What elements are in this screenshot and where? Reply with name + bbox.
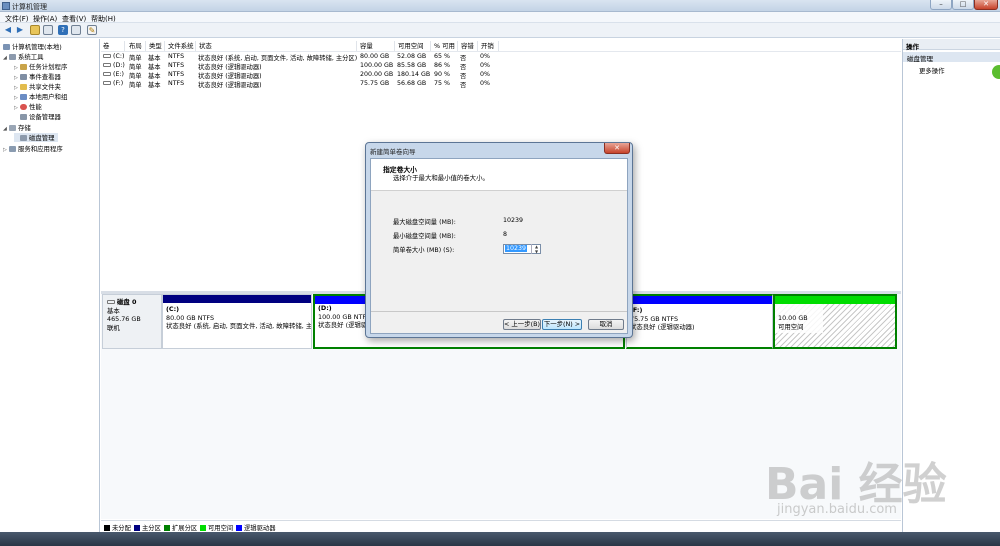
disk-icon bbox=[20, 135, 27, 141]
disk-status: 联机 bbox=[107, 323, 120, 332]
dialog-subheading: 选择介于最大和最小值的卷大小。 bbox=[393, 174, 489, 182]
max-space-value: 10239 bbox=[503, 217, 524, 224]
legend-primary: 主分区 bbox=[134, 523, 161, 532]
legend-unallocated: 未分配 bbox=[104, 523, 131, 532]
disk-size: 465.76 GB bbox=[107, 315, 141, 323]
max-space-label: 最大磁盘空间量 (MB): bbox=[393, 219, 456, 226]
partition-bar bbox=[627, 296, 772, 304]
event-viewer-icon bbox=[20, 74, 27, 80]
shared-folder-icon bbox=[20, 84, 27, 90]
status-indicator-icon bbox=[992, 65, 1000, 79]
volume-size-label: 简单卷大小 (MB) (S): bbox=[393, 247, 455, 254]
dialog-header: 指定卷大小 选择介于最大和最小值的卷大小。 bbox=[371, 159, 627, 191]
baidu-watermark: Bai 经验 jingyan.baidu.com bbox=[765, 440, 995, 530]
dialog-separator bbox=[371, 311, 627, 312]
col-percent-free[interactable]: % 可用 bbox=[432, 41, 458, 51]
tree-system-tools[interactable]: ◢ 系统工具 bbox=[3, 52, 44, 61]
min-space-value: 8 bbox=[503, 231, 508, 238]
tree-services[interactable]: ▷ 服务和应用程序 bbox=[3, 144, 63, 153]
forward-icon[interactable]: ▶ bbox=[15, 25, 25, 35]
minimize-button[interactable]: – bbox=[930, 0, 952, 10]
tree-performance[interactable]: ▷ 性能 bbox=[14, 102, 42, 111]
legend-free-space: 可用空间 bbox=[200, 523, 233, 532]
maximize-button[interactable]: □ bbox=[952, 0, 974, 10]
dialog-body: 指定卷大小 选择介于最大和最小值的卷大小。 最大磁盘空间量 (MB): 1023… bbox=[370, 158, 628, 334]
disk-info-block[interactable]: 磁盘 0 基本 465.76 GB 联机 bbox=[102, 294, 162, 349]
tree-device-manager[interactable]: 设备管理器 bbox=[20, 112, 61, 121]
disk-type: 基本 bbox=[107, 306, 120, 315]
min-space-label: 最小磁盘空间量 (MB): bbox=[393, 233, 456, 240]
device-manager-icon bbox=[20, 114, 27, 120]
col-type[interactable]: 类型 bbox=[147, 41, 165, 51]
properties-icon[interactable] bbox=[43, 25, 53, 35]
col-volume[interactable]: 卷 bbox=[101, 41, 125, 51]
performance-icon bbox=[20, 104, 27, 110]
col-overhead[interactable]: 开销 bbox=[479, 41, 499, 51]
next-button[interactable]: 下一步(N) > bbox=[542, 319, 582, 330]
toolbar: ◀ ▶ ? ✎ bbox=[0, 23, 1000, 38]
volume-size-spinner[interactable]: ▲ ▼ bbox=[531, 244, 541, 254]
title-bar: 计算机管理 – □ ✕ bbox=[0, 0, 1000, 12]
table-row[interactable]: (E:) 简单 基本 NTFS 状态良好 (逻辑驱动器) 200.00 GB 1… bbox=[101, 70, 901, 80]
partition-c[interactable]: (C:) 80.00 GB NTFS 状态良好 (系统, 启动, 页面文件, 活… bbox=[162, 294, 312, 349]
clock-icon bbox=[20, 64, 27, 70]
tree-task-scheduler[interactable]: ▷ 任务计划程序 bbox=[14, 62, 67, 71]
tree-storage[interactable]: ◢ 存储 bbox=[3, 123, 31, 132]
more-actions-link[interactable]: 更多操作 bbox=[919, 66, 945, 75]
partition-bar bbox=[775, 296, 895, 304]
actions-section-disk-management[interactable]: 磁盘管理 bbox=[903, 52, 1000, 63]
wizard-icon[interactable]: ✎ bbox=[87, 25, 97, 35]
table-row[interactable]: (F:) 简单 基本 NTFS 状态良好 (逻辑驱动器) 75.75 GB 56… bbox=[101, 79, 901, 89]
tools-icon bbox=[9, 54, 16, 60]
drive-icon bbox=[103, 81, 111, 85]
col-filesystem[interactable]: 文件系统 bbox=[166, 41, 196, 51]
users-icon bbox=[20, 94, 27, 100]
computer-icon bbox=[3, 44, 10, 50]
tree-event-viewer[interactable]: ▷ 事件查看器 bbox=[14, 72, 61, 81]
storage-icon bbox=[9, 125, 16, 131]
dialog-close-button[interactable]: ✕ bbox=[604, 143, 630, 154]
watermark-url: jingyan.baidu.com bbox=[777, 502, 897, 517]
new-simple-volume-wizard: 新建简单卷向导 ✕ 指定卷大小 选择介于最大和最小值的卷大小。 最大磁盘空间量 … bbox=[365, 142, 633, 338]
window-title: 计算机管理 bbox=[12, 3, 47, 11]
taskbar bbox=[0, 532, 1000, 546]
disk-name: 磁盘 0 bbox=[117, 298, 137, 306]
menu-bar: 文件(F) 操作(A) 查看(V) 帮助(H) bbox=[0, 12, 1000, 23]
folder-icon[interactable] bbox=[30, 25, 40, 35]
drive-icon bbox=[103, 63, 111, 67]
tree-disk-management[interactable]: 磁盘管理 bbox=[14, 133, 58, 142]
navigation-tree: 计算机管理(本地) ◢ 系统工具 ▷ 任务计划程序 ▷ 事件查看器 ▷ 共享文件夹 ▷ 本… bbox=[0, 39, 100, 532]
col-fault-tolerance[interactable]: 容错 bbox=[459, 41, 478, 51]
free-space-partition[interactable]: 10.00 GB 可用空间 bbox=[773, 294, 897, 349]
export-icon[interactable] bbox=[71, 25, 81, 35]
col-layout[interactable]: 布局 bbox=[127, 41, 146, 51]
table-row[interactable]: (D:) 简单 基本 NTFS 状态良好 (逻辑驱动器) 100.00 GB 8… bbox=[101, 61, 901, 71]
legend-logical-drive: 逻辑驱动器 bbox=[236, 523, 275, 532]
col-free-space[interactable]: 可用空间 bbox=[396, 41, 431, 51]
drive-icon bbox=[103, 54, 111, 58]
col-capacity[interactable]: 容量 bbox=[358, 41, 395, 51]
partition-bar bbox=[163, 295, 311, 303]
tree-local-users[interactable]: ▷ 本地用户和组 bbox=[14, 92, 67, 101]
dialog-title: 新建简单卷向导 bbox=[370, 148, 416, 156]
disk-icon bbox=[107, 300, 115, 304]
actions-header: 操作 bbox=[903, 39, 1000, 51]
help-icon[interactable]: ? bbox=[58, 25, 68, 35]
partition-f[interactable]: (F:) 75.75 GB NTFS 状态良好 (逻辑驱动器) bbox=[626, 294, 773, 349]
back-button[interactable]: < 上一步(B) bbox=[503, 319, 541, 330]
drive-icon bbox=[103, 72, 111, 76]
legend-extended: 扩展分区 bbox=[164, 523, 197, 532]
table-row[interactable]: (C:) 简单 基本 NTFS 状态良好 (系统, 启动, 页面文件, 活动, … bbox=[101, 52, 901, 62]
tree-root[interactable]: 计算机管理(本地) bbox=[3, 42, 62, 51]
cancel-button[interactable]: 取消 bbox=[588, 319, 624, 330]
services-icon bbox=[9, 146, 16, 152]
tree-shared-folders[interactable]: ▷ 共享文件夹 bbox=[14, 82, 61, 91]
computer-management-icon bbox=[2, 2, 10, 10]
col-status[interactable]: 状态 bbox=[197, 41, 357, 51]
back-icon[interactable]: ◀ bbox=[3, 25, 13, 35]
close-button[interactable]: ✕ bbox=[974, 0, 998, 10]
